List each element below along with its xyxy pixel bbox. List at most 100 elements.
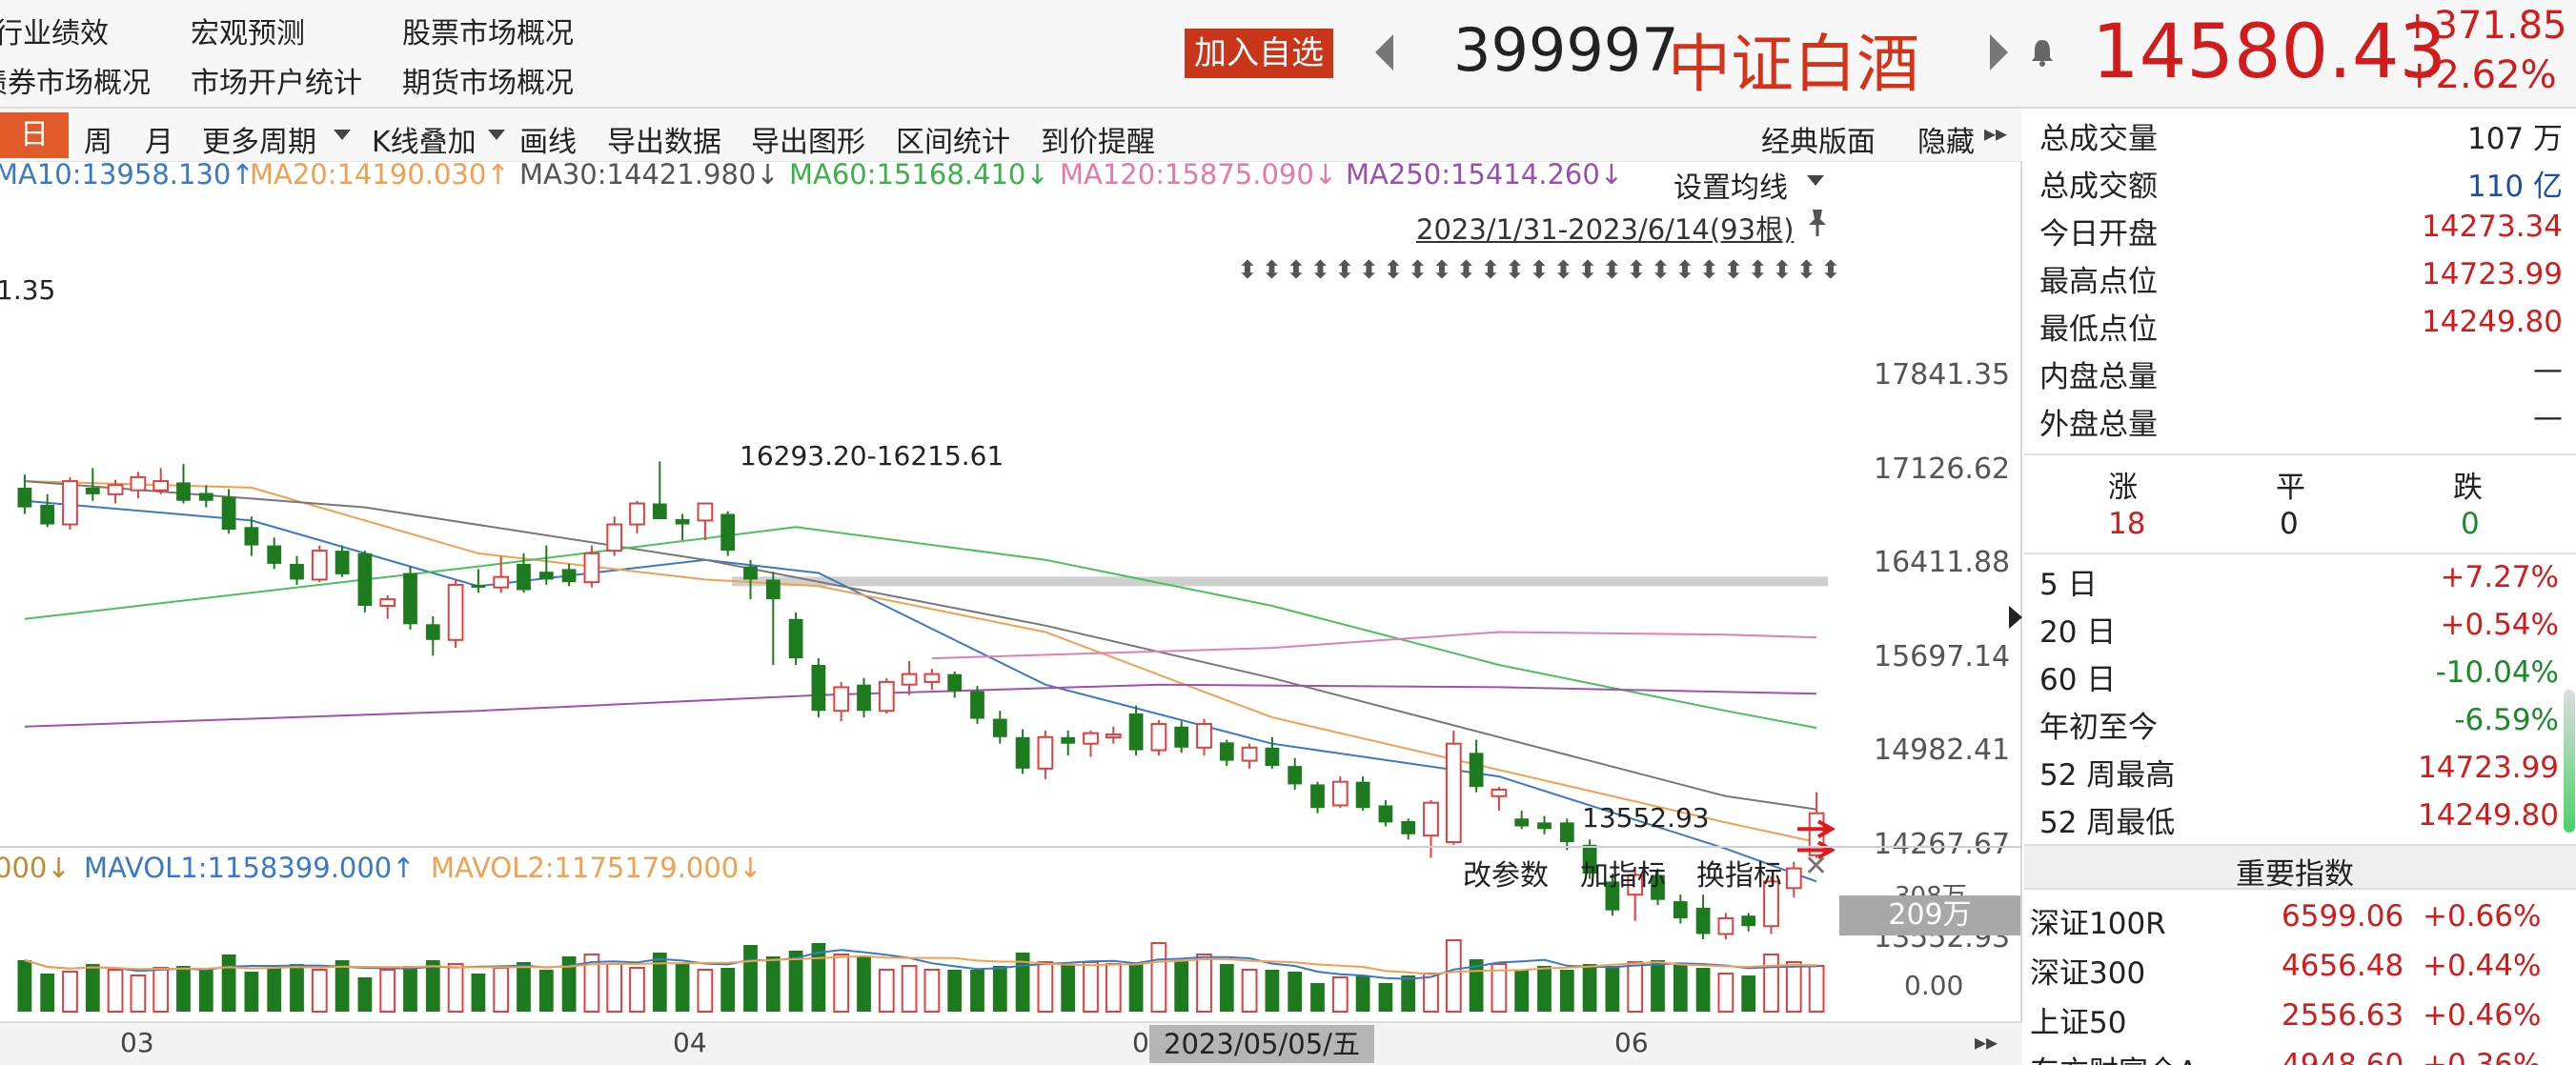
volume-bar-down	[176, 966, 191, 1012]
arrow-marker: ⬍	[1383, 256, 1404, 285]
arrow-marker: ⬍	[1602, 256, 1623, 285]
price-alert-button[interactable]: 到价提醒	[1041, 118, 1155, 160]
volume-bar-down	[1355, 975, 1370, 1012]
arrow-marker: ⬍	[1772, 256, 1793, 285]
arrow-marker: ⬍	[1286, 256, 1307, 285]
volume-bar-down	[85, 964, 100, 1012]
draw-line-button[interactable]: 画线	[519, 118, 577, 160]
volume-bar-down	[403, 966, 417, 1012]
volume-bar-up	[493, 967, 510, 1013]
candle-body-up	[1196, 723, 1212, 749]
set-ma-button[interactable]: 设置均线	[1673, 164, 1788, 206]
add-indicator-button[interactable]: 加指标	[1580, 852, 1666, 894]
expand-panel-icon[interactable]	[2009, 606, 2022, 629]
volume-bar-down	[1219, 964, 1234, 1012]
candle-body-up	[62, 480, 78, 526]
x-tick-05: 0	[1132, 1027, 1149, 1058]
nav-link-stock-market[interactable]: 股票市场概况	[402, 10, 574, 51]
y-tick-label: 14267.67	[1874, 827, 2011, 861]
volume-bar-down	[743, 945, 758, 1012]
change-params-button[interactable]: 改参数	[1463, 852, 1549, 894]
volume-bar-up	[697, 969, 714, 1013]
bell-icon[interactable]	[2030, 38, 2055, 67]
index-row[interactable]: 东方财富全A 4948.60 +0.36%	[2024, 1044, 2576, 1065]
candle-body-down	[857, 684, 871, 712]
index-value: 6599.06	[2282, 899, 2404, 934]
add-favorite-button[interactable]: 加入自选	[1185, 29, 1333, 78]
volume-bar-down	[1559, 970, 1574, 1012]
arrow-marker: ⬍	[1408, 256, 1429, 285]
range-stats-button[interactable]: 区间统计	[896, 118, 1010, 160]
index-row[interactable]: 上证50 2556.63 +0.46%	[2024, 995, 2576, 1042]
candle-body-down	[561, 569, 577, 583]
more-period-dropdown[interactable]: 更多周期	[202, 118, 316, 160]
volume-bar-down	[538, 970, 554, 1012]
volume-zero-tick: 0.00	[1904, 970, 1964, 1001]
candle-body-down	[947, 673, 963, 692]
volume-legend: 000↓	[0, 852, 71, 884]
kline-overlay-chevron-icon[interactable]	[488, 130, 505, 140]
period-month-tab[interactable]: 月	[145, 118, 173, 160]
quote-label: 今日开盘	[2039, 217, 2158, 251]
nav-link-bond-market[interactable]: 债券市场概况	[0, 59, 151, 101]
candle-body-down	[1265, 747, 1280, 767]
y-tick-label: 16411.88	[1874, 546, 2011, 579]
volume-bar-down	[1128, 964, 1144, 1012]
quote-value: 107 万	[2466, 122, 2563, 156]
classic-layout-button[interactable]: 经典版面	[1761, 118, 1876, 160]
next-stock-icon[interactable]	[1990, 34, 2008, 70]
arrow-marker: ⬍	[1505, 256, 1526, 285]
candle-body-down	[357, 553, 373, 606]
ma20-legend: MA20:14190.030↑	[250, 158, 510, 191]
quote-value: —	[2533, 400, 2563, 434]
export-data-button[interactable]: 导出数据	[607, 118, 721, 160]
volume-bar-up	[1763, 954, 1779, 1013]
volume-bar-up	[1331, 976, 1349, 1013]
candle-body-down	[1469, 753, 1484, 788]
more-period-chevron-icon[interactable]	[334, 130, 351, 140]
volume-bar-up	[1105, 963, 1122, 1013]
arrow-marker: ⬍	[1310, 256, 1331, 285]
volume-chart[interactable]	[0, 890, 1839, 1023]
index-change: +0.46%	[2423, 998, 2542, 1033]
kline-overlay-dropdown[interactable]: K线叠加	[372, 118, 477, 160]
set-ma-chevron-icon[interactable]	[1807, 175, 1824, 186]
nav-link-futures-market[interactable]: 期货市场概况	[402, 59, 574, 101]
volume-bar-up	[878, 969, 895, 1013]
candle-body-down	[1061, 736, 1076, 744]
index-row[interactable]: 深证100R 6599.06 +0.66%	[2024, 895, 2576, 943]
close-indicator-icon[interactable]: ✕	[1804, 850, 1828, 883]
volume-bar-down	[947, 970, 963, 1012]
nav-link-industry[interactable]: 行业绩效	[0, 10, 109, 51]
candle-body-up	[833, 686, 850, 713]
candlestick-chart[interactable]: ⬍⬍⬍⬍⬍⬍⬍⬍⬍⬍⬍⬍⬍⬍⬍⬍⬍⬍⬍⬍⬍⬍⬍⬍⬍⬍	[0, 242, 1839, 956]
candle-body-up	[152, 480, 170, 492]
arrow-marker: ⬍	[1431, 256, 1452, 285]
hide-panel-button[interactable]: 隐藏	[1917, 118, 1975, 160]
nav-link-macro[interactable]: 宏观预测	[191, 10, 305, 51]
period-day-tab[interactable]: 日	[0, 112, 69, 158]
panel-scrollbar[interactable]	[2564, 690, 2575, 833]
arrow-marker: ⬍	[1723, 256, 1744, 285]
candle-body-down	[1378, 805, 1393, 823]
export-chart-button[interactable]: 导出图形	[751, 118, 865, 160]
volume-bar-down	[1378, 983, 1393, 1012]
nav-link-account-stats[interactable]: 市场开户统计	[191, 59, 362, 101]
index-row[interactable]: 深证300 4656.48 +0.44%	[2024, 945, 2576, 993]
arrow-marker: ⬍	[1651, 256, 1672, 285]
switch-indicator-button[interactable]: 换指标	[1696, 852, 1782, 894]
volume-bar-down	[40, 974, 55, 1012]
scroll-right-icon[interactable]: ▸▸	[1975, 1029, 1998, 1055]
prev-stock-icon[interactable]	[1375, 34, 1393, 70]
volume-bar-down	[1265, 970, 1280, 1012]
candle-body-up	[629, 502, 645, 526]
period-week-tab[interactable]: 周	[84, 118, 112, 160]
candle-body-down	[198, 492, 213, 501]
volume-bar-up	[833, 954, 850, 1013]
mavol1-legend: MAVOL1:1158399.000↑	[84, 852, 416, 884]
double-chevron-right-icon[interactable]: ▸▸	[1984, 120, 2007, 147]
pin-icon[interactable]	[1803, 208, 1830, 238]
arrow-marker: ⬍	[1334, 256, 1355, 285]
candle-body-down	[176, 482, 191, 501]
x-tick-06: 06	[1614, 1027, 1649, 1058]
